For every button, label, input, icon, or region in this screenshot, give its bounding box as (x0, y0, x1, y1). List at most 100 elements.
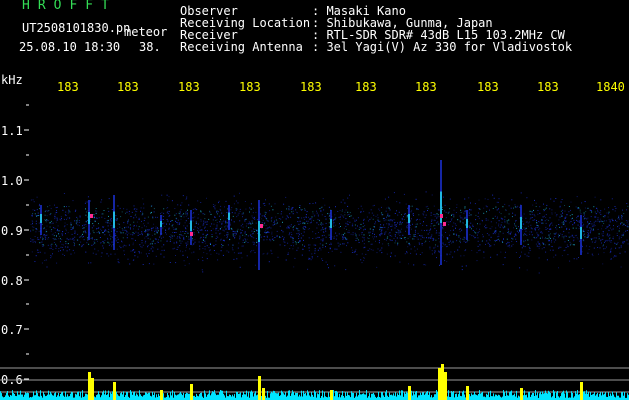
noise-pixel (551, 212, 553, 214)
noise-pixel (405, 203, 407, 205)
noise-pixel (575, 206, 577, 208)
noise-pixel (406, 252, 408, 254)
meter-noise (275, 392, 276, 400)
noise-pixel (30, 230, 32, 232)
noise-pixel (44, 260, 46, 261)
meter-noise (139, 390, 140, 400)
meter-noise (627, 393, 628, 400)
noise-pixel (524, 228, 526, 230)
signal-pixel (200, 210, 202, 212)
noise-pixel (116, 248, 118, 250)
noise-pixel (49, 247, 51, 249)
noise-pixel (538, 243, 540, 245)
noise-pixel (157, 227, 158, 229)
noise-pixel (466, 241, 468, 243)
noise-pixel (101, 199, 103, 201)
noise-pixel (52, 238, 54, 239)
noise-pixel (469, 227, 471, 229)
noise-pixel (237, 252, 239, 254)
noise-pixel (580, 213, 582, 215)
noise-pixel (514, 214, 516, 216)
signal-pixel (562, 223, 564, 225)
noise-pixel (345, 209, 347, 211)
noise-pixel (606, 246, 607, 248)
meter-noise (399, 390, 400, 400)
noise-pixel (235, 209, 237, 211)
noise-pixel (240, 233, 242, 235)
noise-pixel (325, 218, 327, 220)
signal-pixel (93, 214, 95, 215)
noise-pixel (549, 229, 551, 230)
noise-pixel (310, 218, 312, 220)
noise-pixel (116, 236, 118, 238)
noise-pixel (543, 203, 544, 205)
noise-pixel (535, 227, 537, 228)
noise-pixel (537, 213, 539, 215)
noise-pixel (368, 231, 370, 233)
noise-pixel (438, 232, 440, 234)
meter-noise (437, 391, 438, 400)
noise-pixel (219, 221, 220, 223)
noise-pixel (271, 231, 273, 233)
noise-pixel (399, 202, 401, 204)
noise-pixel (443, 243, 445, 245)
noise-pixel (260, 236, 262, 238)
noise-pixel (233, 195, 235, 197)
meter-noise (472, 394, 473, 400)
noise-pixel (128, 232, 130, 234)
noise-pixel (268, 232, 270, 233)
meter-noise (602, 392, 603, 400)
meter-noise (281, 390, 282, 400)
noise-pixel (623, 232, 625, 234)
noise-pixel (577, 215, 578, 217)
noise-pixel (193, 234, 195, 236)
noise-pixel (250, 226, 252, 228)
noise-pixel (593, 223, 595, 225)
meteor-streak-core (258, 221, 260, 242)
noise-pixel (407, 246, 409, 248)
noise-pixel (625, 230, 627, 232)
noise-pixel (498, 225, 499, 227)
meter-noise (201, 392, 202, 400)
meter-noise (624, 391, 625, 400)
noise-pixel (444, 260, 446, 262)
noise-pixel (45, 210, 47, 212)
noise-pixel (432, 239, 434, 241)
noise-pixel (58, 248, 60, 249)
noise-pixel (43, 234, 45, 236)
noise-pixel (199, 238, 201, 240)
noise-pixel (347, 242, 349, 244)
noise-pixel (339, 210, 341, 211)
noise-pixel (519, 206, 521, 208)
meter-noise (300, 396, 301, 400)
meter-noise (356, 392, 357, 400)
noise-pixel (479, 244, 481, 246)
noise-pixel (345, 269, 347, 271)
meter-noise (87, 394, 88, 400)
noise-pixel (423, 237, 425, 239)
noise-pixel (187, 243, 189, 245)
meter-noise (234, 394, 235, 400)
noise-pixel (430, 225, 432, 227)
meter-noise (183, 392, 184, 400)
noise-pixel (151, 241, 153, 243)
noise-pixel (206, 223, 208, 225)
noise-pixel (570, 201, 572, 203)
noise-pixel (388, 233, 390, 235)
meter-noise (469, 394, 470, 400)
noise-pixel (495, 230, 497, 232)
noise-pixel (107, 225, 109, 227)
noise-pixel (141, 233, 143, 235)
noise-pixel (54, 213, 56, 215)
noise-pixel (288, 227, 290, 229)
meter-noise (511, 390, 512, 400)
noise-pixel (387, 228, 389, 230)
noise-pixel (57, 228, 58, 230)
noise-pixel (555, 239, 557, 241)
noise-pixel (319, 243, 321, 245)
signal-pixel (344, 232, 346, 234)
signal-pixel (253, 231, 255, 232)
noise-pixel (306, 220, 307, 222)
signal-pixel (232, 244, 234, 246)
signal-pixel (492, 217, 494, 219)
